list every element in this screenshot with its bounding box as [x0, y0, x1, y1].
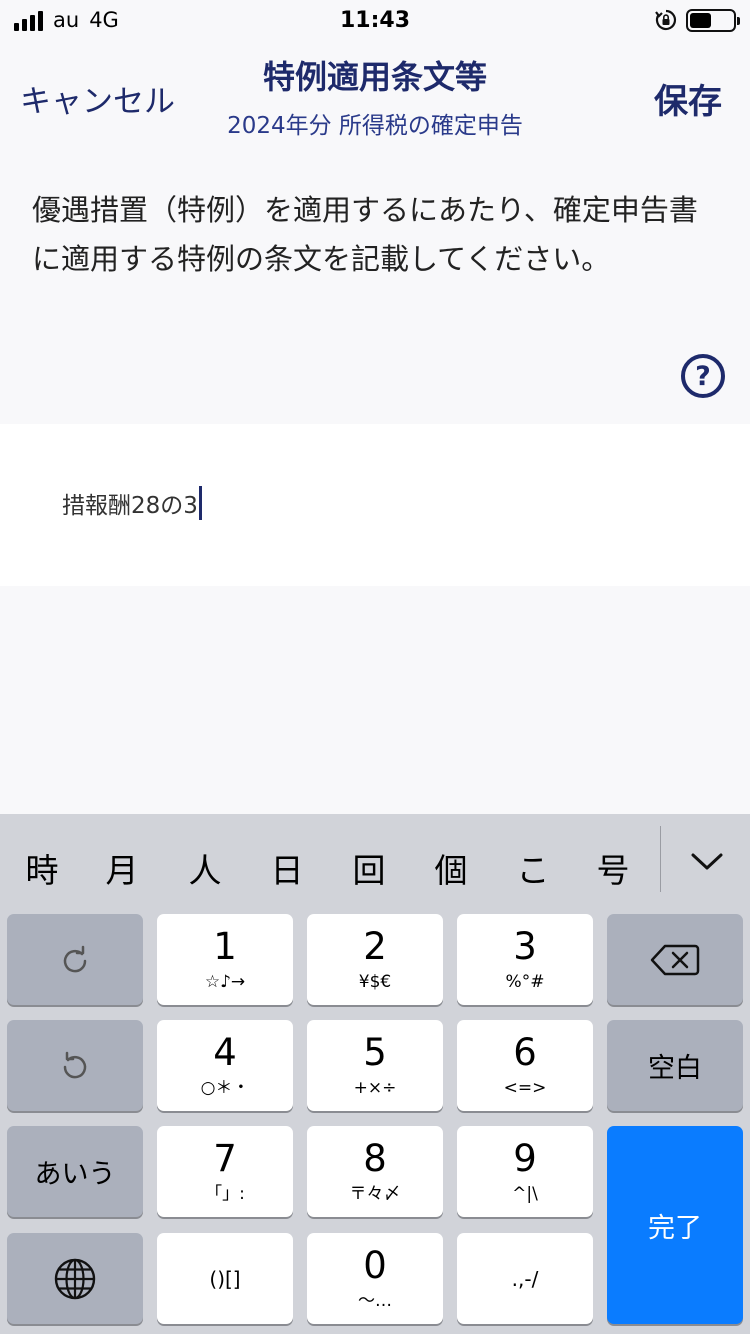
redo-key[interactable] [7, 914, 143, 1005]
key-2[interactable]: 2 ¥$€ [307, 914, 443, 1005]
key-7-sub: 「」: [205, 1183, 245, 1204]
candidate-bar: 時 月 人 日 回 個 こ 号 [0, 814, 750, 906]
page-title: 特例適用条文等 [262, 58, 487, 96]
keyboard: 時 月 人 日 回 個 こ 号 1 ☆♪→ 2 ¥$€ 3 %°# 4 ○＊・ … [0, 814, 750, 1334]
key-5[interactable]: 5 +×÷ [307, 1020, 443, 1111]
rotation-lock-icon [655, 9, 677, 31]
key-0[interactable]: 0 〜… [307, 1233, 443, 1324]
brackets-key[interactable]: ()[] [157, 1233, 293, 1324]
key-3[interactable]: 3 %°# [457, 914, 593, 1005]
key-4[interactable]: 4 ○＊・ [157, 1020, 293, 1111]
punctuation-key[interactable]: .,-/ [457, 1233, 593, 1324]
key-9-sub: ^|\ [512, 1183, 538, 1204]
candidate-item[interactable]: 人 [175, 844, 235, 892]
done-key[interactable]: 完了 [607, 1126, 743, 1324]
kana-switch-label: あいう [34, 1159, 116, 1190]
help-button[interactable]: ? [681, 354, 725, 398]
key-9-main: 9 [513, 1136, 537, 1180]
key-7-main: 7 [213, 1136, 237, 1180]
done-key-label: 完了 [648, 1212, 702, 1244]
candidate-item[interactable]: 号 [583, 844, 643, 892]
key-3-sub: %°# [505, 971, 545, 992]
key-6-sub: <=> [503, 1077, 547, 1098]
kana-switch-key[interactable]: あいう [7, 1126, 143, 1217]
redo-icon [63, 945, 87, 972]
undo-icon [63, 1051, 87, 1078]
status-bar: au 4G 11:43 [0, 0, 750, 40]
article-text-field[interactable]: 措報酬28の3 [62, 486, 202, 520]
key-5-sub: +×÷ [353, 1077, 397, 1098]
space-key[interactable]: 空白 [607, 1020, 743, 1111]
candidate-item[interactable]: 時 [12, 844, 72, 892]
battery-fill [690, 12, 711, 28]
backspace-icon [650, 944, 700, 975]
punctuation-key-label: .,-/ [511, 1266, 539, 1291]
text-input-area[interactable]: 措報酬28の3 [0, 424, 750, 586]
description-text: 優遇措置（特例）を適用するにあたり、確定申告書に適用する特例の条文を記載してくだ… [32, 193, 698, 276]
key-6-main: 6 [513, 1030, 537, 1074]
candidate-item[interactable]: こ [503, 844, 563, 892]
key-1-sub: ☆♪→ [204, 971, 246, 992]
question-circle-icon: ? [695, 360, 711, 392]
globe-icon [54, 1258, 96, 1299]
key-4-main: 4 [213, 1030, 237, 1074]
candidate-item[interactable]: 日 [257, 844, 317, 892]
page-subtitle: 2024年分 所得税の確定申告 [227, 113, 523, 139]
candidate-item[interactable]: 月 [92, 844, 152, 892]
globe-key[interactable] [7, 1233, 143, 1324]
key-8[interactable]: 8 〒々〆 [307, 1126, 443, 1217]
status-right [654, 8, 740, 32]
candidate-item[interactable]: 個 [421, 844, 481, 892]
key-4-sub: ○＊・ [200, 1077, 250, 1098]
article-text-value: 措報酬28の3 [62, 493, 198, 519]
key-6[interactable]: 6 <=> [457, 1020, 593, 1111]
screen: au 4G 11:43 キャンセル 特例適用条文等 2024年分 所得税の確定申… [0, 0, 750, 1334]
backspace-key[interactable] [607, 914, 743, 1005]
candidate-item[interactable]: 回 [339, 844, 399, 892]
key-8-main: 8 [363, 1136, 387, 1180]
key-8-sub: 〒々〆 [349, 1183, 401, 1204]
key-1[interactable]: 1 ☆♪→ [157, 914, 293, 1005]
space-key-label: 空白 [648, 1053, 702, 1084]
key-1-main: 1 [213, 924, 237, 968]
brackets-key-label: ()[] [209, 1266, 241, 1291]
key-9[interactable]: 9 ^|\ [457, 1126, 593, 1217]
navigation-bar: キャンセル 特例適用条文等 2024年分 所得税の確定申告 保存 [0, 44, 750, 148]
status-time: 11:43 [339, 8, 411, 33]
battery-icon [686, 8, 740, 32]
chevron-down-icon[interactable] [686, 840, 728, 882]
key-2-sub: ¥$€ [358, 971, 392, 992]
save-button[interactable]: 保存 [654, 74, 722, 123]
text-caret [198, 486, 202, 520]
key-3-main: 3 [513, 924, 537, 968]
key-0-main: 0 [363, 1243, 387, 1287]
key-0-sub: 〜… [358, 1290, 392, 1311]
key-7[interactable]: 7 「」: [157, 1126, 293, 1217]
candidate-divider [660, 826, 661, 892]
undo-key[interactable] [7, 1020, 143, 1111]
key-5-main: 5 [363, 1030, 387, 1074]
key-2-main: 2 [363, 924, 387, 968]
